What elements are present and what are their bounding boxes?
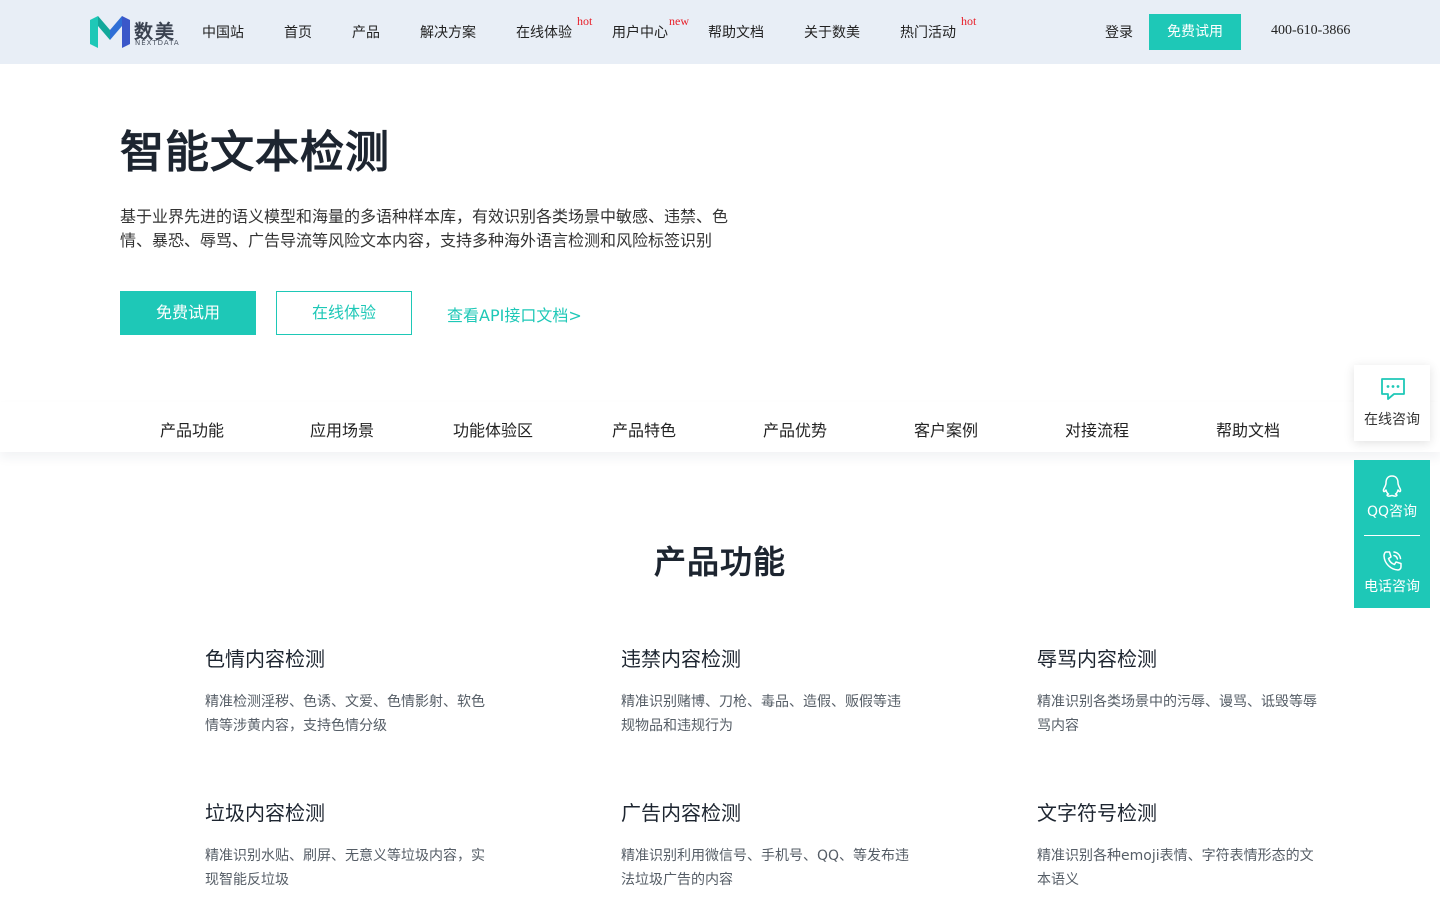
tab-scenarios[interactable]: 应用场景 <box>267 417 417 441</box>
phone-icon <box>1383 551 1402 571</box>
qq-icon <box>1382 475 1402 497</box>
nav-user-center[interactable]: 用户中心 <box>612 22 668 42</box>
feature-description: 精准识别水贴、刷屏、无意义等垃圾内容，实现智能反垃圾 <box>205 848 485 888</box>
hot-badge: hot <box>577 14 593 28</box>
feature-card: 违禁内容检测 精准识别赌博、刀枪、毒品、造假、贩假等违规物品和违规行为 <box>621 643 911 738</box>
feature-card: 辱骂内容检测 精准识别各类场景中的污辱、谩骂、诋毁等辱骂内容 <box>1037 643 1327 738</box>
feature-description: 精准识别赌博、刀枪、毒品、造假、贩假等违规物品和违规行为 <box>621 694 901 734</box>
phone-consult-label: 电话咨询 <box>1364 579 1420 595</box>
tab-product-features[interactable]: 产品功能 <box>117 417 267 441</box>
hot-badge: hot <box>961 14 977 28</box>
feature-card: 广告内容检测 精准识别利用微信号、手机号、QQ、等发布违法垃圾广告的内容 <box>621 797 911 892</box>
nav-events[interactable]: 热门活动 <box>900 22 956 42</box>
feature-card: 色情内容检测 精准检测淫秽、色诱、文爱、色情影射、软色情等涉黄内容，支持色情分级 <box>205 643 495 738</box>
section-tabs: 产品功能 应用场景 功能体验区 产品特色 产品优势 客户案例 对接流程 帮助文档 <box>0 402 1440 452</box>
feature-title: 文字符号检测 <box>1037 801 1157 825</box>
contact-panel: QQ咨询 电话咨询 <box>1354 460 1430 608</box>
chat-icon <box>1381 378 1405 400</box>
feature-title: 垃圾内容检测 <box>205 801 325 825</box>
section-title: 产品功能 <box>653 543 786 581</box>
phone-number: 400-610-3866 <box>1271 23 1351 38</box>
qq-consult-label: QQ咨询 <box>1366 504 1418 520</box>
qq-consult-button[interactable]: QQ咨询 <box>1354 460 1430 534</box>
feature-title: 色情内容检测 <box>205 647 325 671</box>
online-consult-label: 在线咨询 <box>1364 412 1420 428</box>
nav-about[interactable]: 关于数美 <box>804 22 860 42</box>
top-header: 数美 NEXTDATA 中国站 首页 产品 解决方案 在线体验 hot 用户中心… <box>0 0 1440 64</box>
nav-help-docs[interactable]: 帮助文档 <box>708 22 764 42</box>
new-badge: new <box>669 14 689 28</box>
nav-china-site[interactable]: 中国站 <box>202 22 244 42</box>
nav-solutions[interactable]: 解决方案 <box>420 22 476 42</box>
api-docs-link[interactable]: 查看API接口文档> <box>447 302 582 326</box>
logo-mark-icon <box>90 16 130 48</box>
header-free-trial-button[interactable]: 免费试用 <box>1149 14 1241 50</box>
tab-integration[interactable]: 对接流程 <box>1022 417 1172 441</box>
feature-title: 广告内容检测 <box>621 801 741 825</box>
free-trial-button[interactable]: 免费试用 <box>120 291 256 335</box>
nav-home[interactable]: 首页 <box>284 22 312 42</box>
feature-description: 精准检测淫秽、色诱、文爱、色情影射、软色情等涉黄内容，支持色情分级 <box>205 694 485 734</box>
page-title: 智能文本检测 <box>120 127 390 178</box>
feature-card: 文字符号检测 精准识别各种emoji表情、字符表情形态的文本语义 <box>1037 797 1327 892</box>
login-link[interactable]: 登录 <box>1105 22 1133 42</box>
phone-consult-button[interactable]: 电话咨询 <box>1354 536 1430 610</box>
feature-description: 精准识别各种emoji表情、字符表情形态的文本语义 <box>1037 848 1314 888</box>
tab-advantages[interactable]: 产品优势 <box>720 417 870 441</box>
hero-description: 基于业界先进的语义模型和海量的多语种样本库，有效识别各类场景中敏感、违禁、色情、… <box>120 207 729 250</box>
brand-logo[interactable]: 数美 NEXTDATA <box>90 14 180 50</box>
nav-products[interactable]: 产品 <box>352 22 380 42</box>
feature-description: 精准识别利用微信号、手机号、QQ、等发布违法垃圾广告的内容 <box>621 848 910 888</box>
feature-description: 精准识别各类场景中的污辱、谩骂、诋毁等辱骂内容 <box>1037 694 1317 734</box>
tab-demo-area[interactable]: 功能体验区 <box>418 417 568 441</box>
feature-title: 辱骂内容检测 <box>1037 647 1157 671</box>
feature-card: 垃圾内容检测 精准识别水贴、刷屏、无意义等垃圾内容，实现智能反垃圾 <box>205 797 495 892</box>
feature-title: 违禁内容检测 <box>621 647 741 671</box>
tab-help-docs[interactable]: 帮助文档 <box>1173 417 1323 441</box>
online-consult-button[interactable]: 在线咨询 <box>1354 365 1430 441</box>
online-demo-button[interactable]: 在线体验 <box>276 291 412 335</box>
tab-cases[interactable]: 客户案例 <box>871 417 1021 441</box>
tab-characteristics[interactable]: 产品特色 <box>569 417 719 441</box>
nav-online-demo[interactable]: 在线体验 <box>516 22 572 42</box>
logo-subtext: NEXTDATA <box>135 39 180 47</box>
